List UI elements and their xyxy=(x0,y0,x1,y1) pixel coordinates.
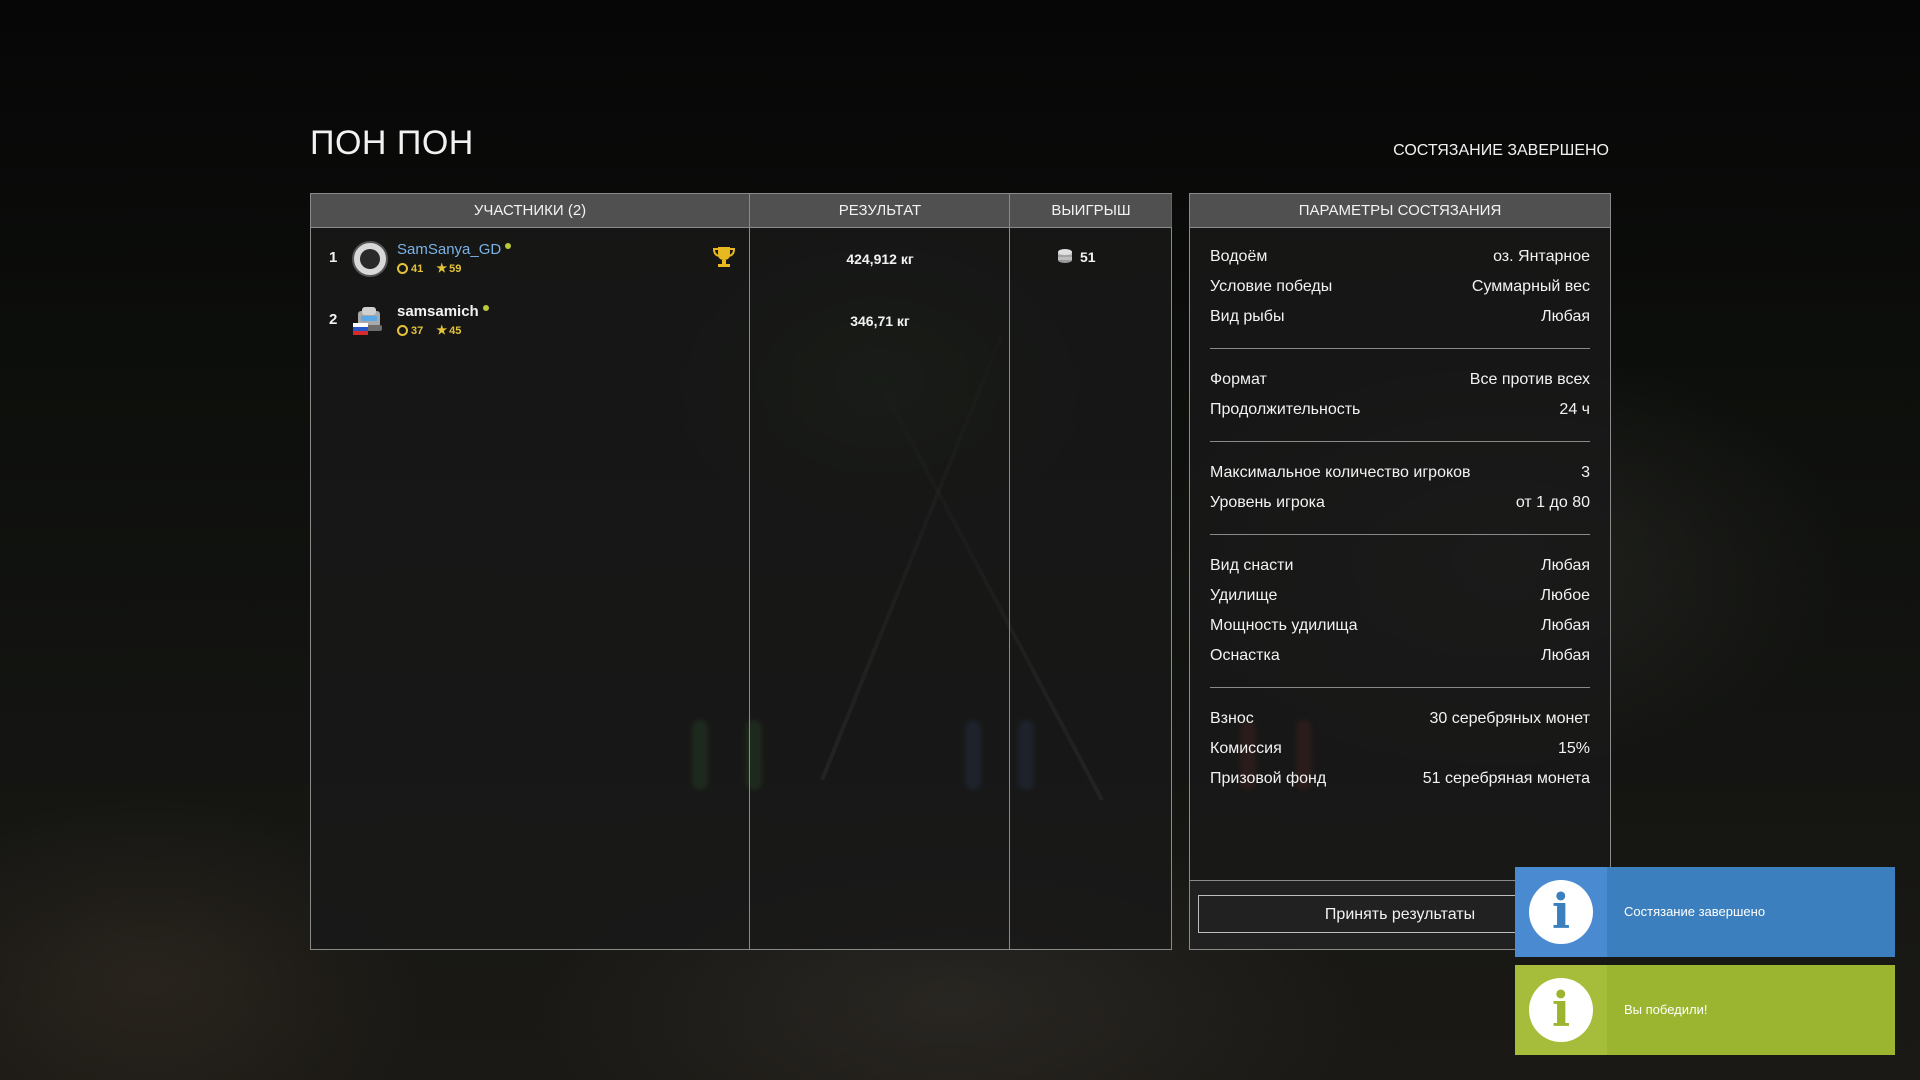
participant-name-cell[interactable]: samsamich xyxy=(397,303,489,320)
parameter-value: оз. Янтарное xyxy=(1493,248,1590,265)
competition-title: ПОН ПОН xyxy=(310,124,474,162)
participant-stats: 37 ★ 45 xyxy=(397,323,461,337)
parameter-label: Вид рыбы xyxy=(1210,308,1285,325)
parameter-value: 51 серебряная монета xyxy=(1422,770,1590,787)
star-icon: ★ xyxy=(436,261,448,275)
notification-icon-box: i xyxy=(1515,965,1607,1055)
parameter-row: Уровень игрока от 1 до 80 xyxy=(1210,488,1590,518)
parameter-value: 24 ч xyxy=(1559,401,1590,418)
parameter-value: Любая xyxy=(1541,308,1590,325)
parameter-row: Продолжительность 24 ч xyxy=(1210,395,1590,425)
parameters-list: Водоём оз. Янтарное Условие победы Суммарн… xyxy=(1190,228,1610,810)
prize-amount-wrap: 51 xyxy=(1058,249,1096,265)
parameter-label: Условие победы xyxy=(1210,278,1333,295)
parameter-value: Любая xyxy=(1541,557,1590,574)
trophy-icon xyxy=(713,247,735,267)
prize-cell: 51 xyxy=(1010,227,1172,289)
parameter-value: Любая xyxy=(1541,617,1590,634)
parameter-value: Любое xyxy=(1540,587,1590,604)
parameter-group: Вид снасти Любая Удилище Любое Мощность уд… xyxy=(1210,535,1590,688)
info-icon: i xyxy=(1529,978,1593,1042)
parameter-label: Комиссия xyxy=(1210,740,1282,757)
parameter-row: Удилище Любое xyxy=(1210,581,1590,611)
notification-text: Состязание завершено xyxy=(1624,904,1766,919)
competition-status: СОСТЯЗАНИЕ ЗАВЕРШЕНО xyxy=(1393,142,1609,159)
parameter-row: Мощность удилища Любая xyxy=(1210,611,1590,641)
participants-header: УЧАСТНИКИ (2) xyxy=(311,194,749,228)
participant-name[interactable]: samsamich xyxy=(397,303,479,320)
result-header: РЕЗУЛЬТАТ xyxy=(750,194,1010,228)
parameter-value: 30 серебряных монет xyxy=(1429,710,1590,727)
participant-name[interactable]: SamSanya_GD xyxy=(397,241,501,258)
participant-stats: 41 ★ 59 xyxy=(397,261,461,275)
result-value: 424,912 кг xyxy=(846,251,914,267)
parameter-label: Максимальное количество игроков xyxy=(1210,464,1471,481)
parameter-value: от 1 до 80 xyxy=(1515,494,1590,511)
competition-parameters-panel: ПАРАМЕТРЫ СОСТЯЗАНИЯ Водоём оз. Янтарное … xyxy=(1189,193,1611,950)
parameter-row: Комиссия 15% xyxy=(1210,734,1590,764)
parameter-row: Формат Все против всех xyxy=(1210,365,1590,395)
ring-icon xyxy=(397,263,408,274)
parameter-row: Призовой фонд 51 серебряная монета xyxy=(1210,764,1590,794)
info-icon: i xyxy=(1529,880,1593,944)
participant-level: 41 xyxy=(411,263,424,275)
ring-icon xyxy=(397,325,408,336)
parameter-label: Удилище xyxy=(1210,587,1278,604)
parameter-label: Призовой фонд xyxy=(1210,770,1327,787)
parameter-group: Водоём оз. Янтарное Условие победы Суммарн… xyxy=(1210,228,1590,349)
parameter-value: 15% xyxy=(1557,740,1590,757)
parameter-row: Максимальное количество игроков 3 xyxy=(1210,458,1590,488)
online-status-icon xyxy=(505,243,512,249)
notification-competition-finished[interactable]: i Состязание завершено xyxy=(1515,867,1895,957)
result-value: 346,71 кг xyxy=(850,313,910,329)
prize-header: ВЫИГРЫШ xyxy=(1010,194,1172,228)
participant-row[interactable]: 2 samsamich 37 ★ 45 xyxy=(311,289,749,351)
parameter-label: Вид снасти xyxy=(1210,557,1294,574)
prize-amount: 51 xyxy=(1080,249,1096,265)
parameter-group: Максимальное количество игроков 3 Уровень… xyxy=(1210,442,1590,535)
participant-rank-stars: 45 xyxy=(449,325,462,337)
parameter-row: Вид рыбы Любая xyxy=(1210,302,1590,332)
avatar[interactable] xyxy=(352,241,388,277)
parameter-group: Взнос 30 серебряных монет Комиссия 15% При… xyxy=(1210,688,1590,810)
parameter-label: Уровень игрока xyxy=(1210,494,1325,511)
prize-column: ВЫИГРЫШ 51 xyxy=(1009,194,1172,949)
parameter-group: Формат Все против всех Продолжительность 2… xyxy=(1210,349,1590,442)
participant-rank-stars: 59 xyxy=(449,263,462,275)
parameter-row: Водоём оз. Янтарное xyxy=(1210,242,1590,272)
participant-rank: 1 xyxy=(329,249,338,266)
parameter-label: Водоём xyxy=(1210,248,1268,265)
parameter-label: Взнос xyxy=(1210,710,1254,727)
star-icon: ★ xyxy=(436,323,448,337)
parameter-label: Оснастка xyxy=(1210,647,1280,664)
parameter-label: Продолжительность xyxy=(1210,401,1361,418)
parameter-row: Вид снасти Любая xyxy=(1210,551,1590,581)
silver-coin-icon xyxy=(1058,249,1072,263)
parameter-label: Формат xyxy=(1210,371,1267,388)
participant-rank: 2 xyxy=(329,311,338,328)
parameters-header: ПАРАМЕТРЫ СОСТЯЗАНИЯ xyxy=(1190,194,1610,228)
notification-icon-box: i xyxy=(1515,867,1607,957)
result-cell: 424,912 кг xyxy=(750,227,1010,289)
parameter-row: Условие победы Суммарный вес xyxy=(1210,272,1590,302)
participant-row[interactable]: 1 SamSanya_GD 41 ★ 59 xyxy=(311,227,749,289)
parameter-label: Мощность удилища xyxy=(1210,617,1358,634)
parameter-row: Взнос 30 серебряных монет xyxy=(1210,704,1590,734)
result-cell: 346,71 кг xyxy=(750,289,1010,351)
results-table: УЧАСТНИКИ (2) 1 SamSanya_GD 41 ★ 59 2 sa… xyxy=(310,193,1172,950)
russia-flag-icon xyxy=(353,323,368,335)
parameter-value: 3 xyxy=(1581,464,1590,481)
parameter-row: Оснастка Любая xyxy=(1210,641,1590,671)
parameter-value: Суммарный вес xyxy=(1471,278,1590,295)
online-status-icon xyxy=(482,305,489,311)
notification-you-won[interactable]: i Вы победили! xyxy=(1515,965,1895,1055)
parameter-value: Все против всех xyxy=(1469,371,1590,388)
participants-column: УЧАСТНИКИ (2) 1 SamSanya_GD 41 ★ 59 2 sa… xyxy=(311,194,749,949)
participant-name-cell[interactable]: SamSanya_GD xyxy=(397,241,512,258)
parameter-value: Любая xyxy=(1541,647,1590,664)
notification-text: Вы победили! xyxy=(1624,1002,1708,1017)
participant-level: 37 xyxy=(411,325,424,337)
result-column: РЕЗУЛЬТАТ 424,912 кг 346,71 кг xyxy=(749,194,1010,949)
